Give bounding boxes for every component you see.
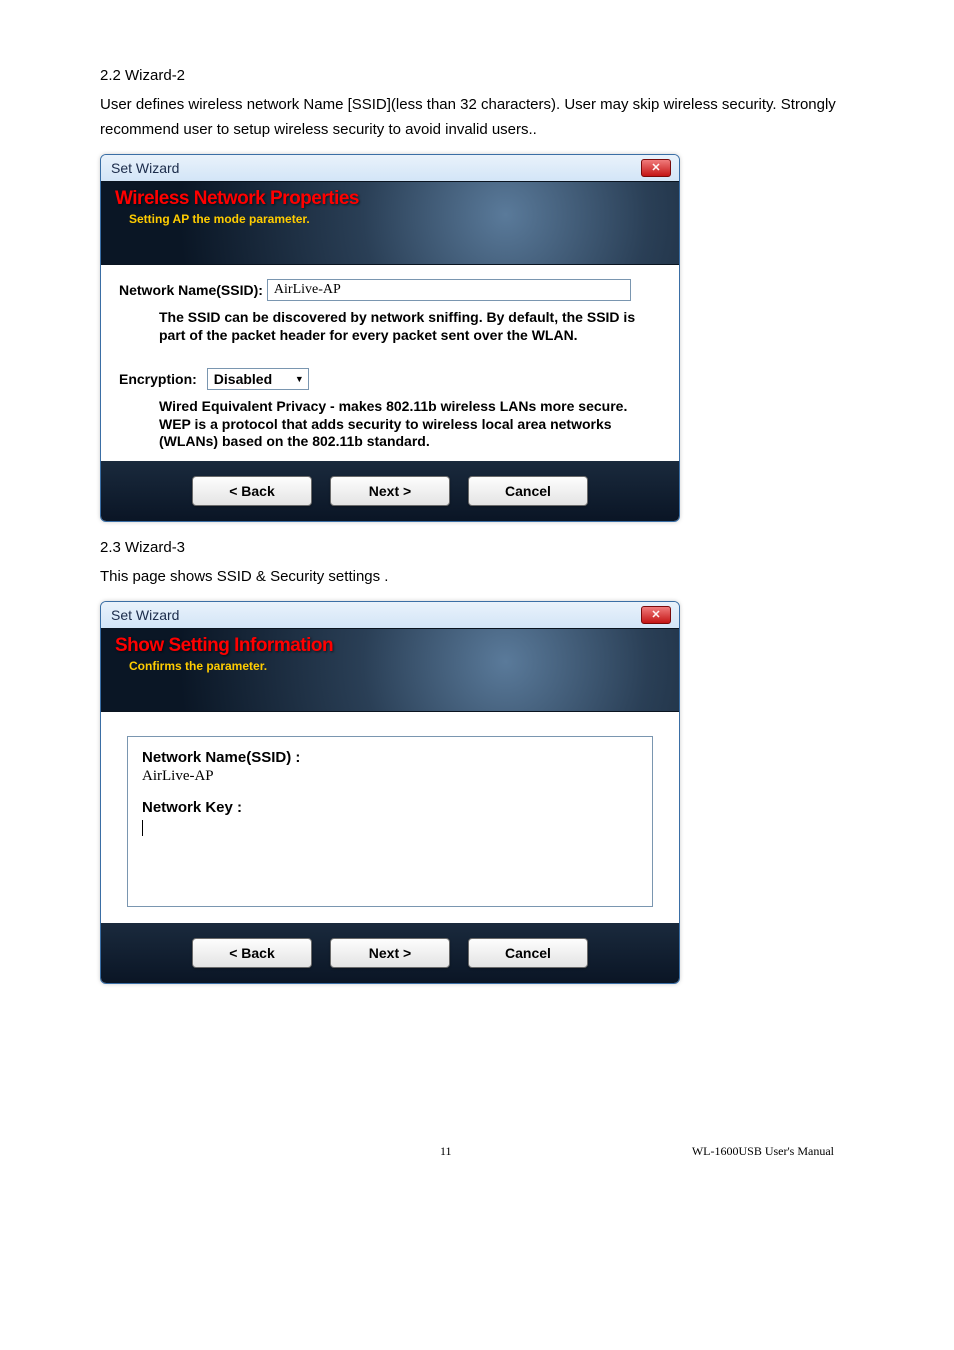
encryption-description: Wired Equivalent Privacy - makes 802.11b… xyxy=(159,398,639,451)
banner-title: Show Setting Information xyxy=(115,635,665,657)
info-box: Network Name(SSID) : AirLive-AP Network … xyxy=(127,736,653,907)
next-button[interactable]: Next > xyxy=(330,938,450,968)
titlebar: Set Wizard ✕ xyxy=(101,602,679,628)
back-button[interactable]: < Back xyxy=(192,938,312,968)
ssid-value: AirLive-AP xyxy=(142,768,638,785)
section-para-1: User defines wireless network Name [SSID… xyxy=(100,93,854,143)
page-number: 11 xyxy=(440,1144,452,1159)
close-button[interactable]: ✕ xyxy=(641,159,671,177)
next-button[interactable]: Next > xyxy=(330,476,450,506)
window-title: Set Wizard xyxy=(111,607,179,623)
page-footer: 11 WL-1600USB User's Manual xyxy=(100,1144,854,1159)
button-bar: < Back Next > Cancel xyxy=(101,461,679,521)
ssid-description: The SSID can be discovered by network sn… xyxy=(159,309,639,344)
close-icon: ✕ xyxy=(651,610,660,621)
dialog-content: Network Name(SSID) : AirLive-AP Network … xyxy=(101,712,679,923)
encryption-label: Encryption: xyxy=(119,371,197,387)
set-wizard-dialog-2: Set Wizard ✕ Show Setting Information Co… xyxy=(100,601,680,984)
section-para-2: This page shows SSID & Security settings… xyxy=(100,565,854,590)
cancel-button[interactable]: Cancel xyxy=(468,476,588,506)
banner: Show Setting Information Confirms the pa… xyxy=(101,628,679,712)
ssid-input[interactable]: AirLive-AP xyxy=(267,279,631,301)
banner-subtitle: Setting AP the mode parameter. xyxy=(129,212,665,226)
set-wizard-dialog-1: Set Wizard ✕ Wireless Network Properties… xyxy=(100,154,680,522)
close-button[interactable]: ✕ xyxy=(641,606,671,624)
cancel-button[interactable]: Cancel xyxy=(468,938,588,968)
ssid-label: Network Name(SSID): xyxy=(119,282,263,298)
button-bar: < Back Next > Cancel xyxy=(101,923,679,983)
doc-reference: WL-1600USB User's Manual xyxy=(692,1144,834,1159)
encryption-value: Disabled xyxy=(214,371,272,387)
banner: Wireless Network Properties Setting AP t… xyxy=(101,181,679,265)
section-heading-2: 2.3 Wizard-3 xyxy=(100,536,854,561)
network-key-label: Network Key : xyxy=(142,799,638,816)
titlebar: Set Wizard ✕ xyxy=(101,155,679,181)
banner-subtitle: Confirms the parameter. xyxy=(129,659,665,673)
dialog-content: Network Name(SSID): AirLive-AP The SSID … xyxy=(101,265,679,461)
banner-title: Wireless Network Properties xyxy=(115,188,665,210)
chevron-down-icon: ▼ xyxy=(295,374,304,384)
encryption-select[interactable]: Disabled ▼ xyxy=(207,368,309,390)
section-heading-1: 2.2 Wizard-2 xyxy=(100,64,854,89)
network-key-value xyxy=(142,818,638,836)
back-button[interactable]: < Back xyxy=(192,476,312,506)
ssid-label: Network Name(SSID) : xyxy=(142,749,638,766)
close-icon: ✕ xyxy=(651,163,660,174)
window-title: Set Wizard xyxy=(111,160,179,176)
